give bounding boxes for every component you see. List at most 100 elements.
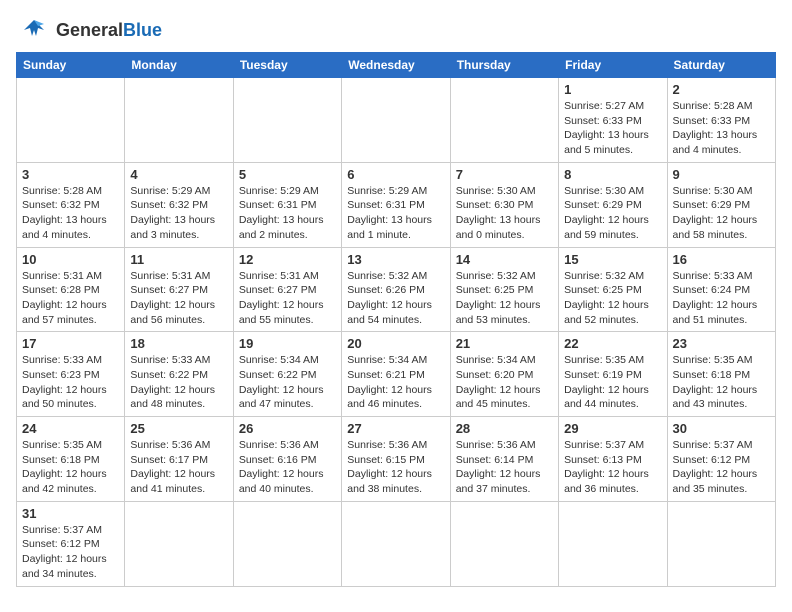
calendar-cell: 31 Sunrise: 5:37 AMSunset: 6:12 PMDayligh…: [17, 501, 125, 586]
calendar-cell: 7 Sunrise: 5:30 AMSunset: 6:30 PMDaylight…: [450, 162, 558, 247]
calendar-cell: 17 Sunrise: 5:33 AMSunset: 6:23 PMDayligh…: [17, 332, 125, 417]
week-row-3: 10Sunrise: 5:31 AMSunset: 6:28 PMDayligh…: [17, 247, 776, 332]
day-number: 30: [673, 421, 770, 436]
day-info: Sunrise: 5:31 AMSunset: 6:27 PMDaylight:…: [239, 269, 336, 328]
day-info: Sunrise: 5:28 AMSunset: 6:32 PMDaylight:…: [22, 184, 119, 243]
day-number: 19: [239, 336, 336, 351]
day-info: Sunrise: 5:31 AMSunset: 6:27 PMDaylight:…: [130, 269, 227, 328]
day-number: 6: [347, 167, 444, 182]
calendar-cell: [125, 78, 233, 163]
day-number: 16: [673, 252, 770, 267]
day-number: 25: [130, 421, 227, 436]
calendar-cell: 12 Sunrise: 5:31 AMSunset: 6:27 PMDayligh…: [233, 247, 341, 332]
day-number: 3: [22, 167, 119, 182]
logo-icon: [16, 16, 52, 44]
calendar-cell: 22 Sunrise: 5:35 AMSunset: 6:19 PMDayligh…: [559, 332, 667, 417]
page-header: GeneralBlue: [16, 16, 776, 44]
day-number: 17: [22, 336, 119, 351]
day-number: 2: [673, 82, 770, 97]
day-number: 18: [130, 336, 227, 351]
calendar-cell: [450, 78, 558, 163]
day-info: Sunrise: 5:35 AMSunset: 6:18 PMDaylight:…: [673, 353, 770, 412]
day-number: 24: [22, 421, 119, 436]
day-info: Sunrise: 5:35 AMSunset: 6:19 PMDaylight:…: [564, 353, 661, 412]
day-info: Sunrise: 5:29 AMSunset: 6:31 PMDaylight:…: [347, 184, 444, 243]
calendar-cell: 25 Sunrise: 5:36 AMSunset: 6:17 PMDayligh…: [125, 417, 233, 502]
day-number: 12: [239, 252, 336, 267]
day-number: 27: [347, 421, 444, 436]
calendar-cell: 23 Sunrise: 5:35 AMSunset: 6:18 PMDayligh…: [667, 332, 775, 417]
day-info: Sunrise: 5:35 AMSunset: 6:18 PMDaylight:…: [22, 438, 119, 497]
day-info: Sunrise: 5:28 AMSunset: 6:33 PMDaylight:…: [673, 99, 770, 158]
calendar-cell: [233, 78, 341, 163]
logo: GeneralBlue: [16, 16, 162, 44]
day-info: Sunrise: 5:37 AMSunset: 6:12 PMDaylight:…: [22, 523, 119, 582]
week-row-1: 1 Sunrise: 5:27 AMSunset: 6:33 PMDaylight…: [17, 78, 776, 163]
calendar-cell: 2 Sunrise: 5:28 AMSunset: 6:33 PMDaylight…: [667, 78, 775, 163]
day-info: Sunrise: 5:33 AMSunset: 6:24 PMDaylight:…: [673, 269, 770, 328]
calendar-table: SundayMondayTuesdayWednesdayThursdayFrid…: [16, 52, 776, 587]
calendar-cell: 27 Sunrise: 5:36 AMSunset: 6:15 PMDayligh…: [342, 417, 450, 502]
week-row-4: 17 Sunrise: 5:33 AMSunset: 6:23 PMDayligh…: [17, 332, 776, 417]
day-number: 22: [564, 336, 661, 351]
calendar-cell: 4 Sunrise: 5:29 AMSunset: 6:32 PMDaylight…: [125, 162, 233, 247]
calendar-cell: [233, 501, 341, 586]
calendar-cell: [667, 501, 775, 586]
calendar-cell: 15 Sunrise: 5:32 AMSunset: 6:25 PMDayligh…: [559, 247, 667, 332]
day-number: 4: [130, 167, 227, 182]
day-info: Sunrise: 5:33 AMSunset: 6:23 PMDaylight:…: [22, 353, 119, 412]
calendar-cell: 9 Sunrise: 5:30 AMSunset: 6:29 PMDaylight…: [667, 162, 775, 247]
day-number: 9: [673, 167, 770, 182]
calendar-cell: 19Sunrise: 5:34 AMSunset: 6:22 PMDayligh…: [233, 332, 341, 417]
calendar-cell: 18 Sunrise: 5:33 AMSunset: 6:22 PMDayligh…: [125, 332, 233, 417]
day-info: Sunrise: 5:32 AMSunset: 6:25 PMDaylight:…: [564, 269, 661, 328]
day-info: Sunrise: 5:27 AMSunset: 6:33 PMDaylight:…: [564, 99, 661, 158]
calendar-cell: 8Sunrise: 5:30 AMSunset: 6:29 PMDaylight…: [559, 162, 667, 247]
calendar-cell: 24 Sunrise: 5:35 AMSunset: 6:18 PMDayligh…: [17, 417, 125, 502]
logo-text: GeneralBlue: [56, 21, 162, 39]
calendar-cell: [125, 501, 233, 586]
day-info: Sunrise: 5:31 AMSunset: 6:28 PMDaylight:…: [22, 269, 119, 328]
calendar-header-row: SundayMondayTuesdayWednesdayThursdayFrid…: [17, 53, 776, 78]
calendar-cell: 16 Sunrise: 5:33 AMSunset: 6:24 PMDayligh…: [667, 247, 775, 332]
calendar-cell: 29Sunrise: 5:37 AMSunset: 6:13 PMDayligh…: [559, 417, 667, 502]
day-number: 1: [564, 82, 661, 97]
day-number: 26: [239, 421, 336, 436]
column-header-saturday: Saturday: [667, 53, 775, 78]
column-header-wednesday: Wednesday: [342, 53, 450, 78]
day-info: Sunrise: 5:29 AMSunset: 6:32 PMDaylight:…: [130, 184, 227, 243]
day-number: 13: [347, 252, 444, 267]
week-row-6: 31 Sunrise: 5:37 AMSunset: 6:12 PMDayligh…: [17, 501, 776, 586]
day-info: Sunrise: 5:36 AMSunset: 6:15 PMDaylight:…: [347, 438, 444, 497]
day-info: Sunrise: 5:36 AMSunset: 6:17 PMDaylight:…: [130, 438, 227, 497]
day-info: Sunrise: 5:36 AMSunset: 6:14 PMDaylight:…: [456, 438, 553, 497]
column-header-sunday: Sunday: [17, 53, 125, 78]
day-info: Sunrise: 5:34 AMSunset: 6:21 PMDaylight:…: [347, 353, 444, 412]
column-header-friday: Friday: [559, 53, 667, 78]
calendar-cell: 1 Sunrise: 5:27 AMSunset: 6:33 PMDaylight…: [559, 78, 667, 163]
day-number: 7: [456, 167, 553, 182]
calendar-cell: 30Sunrise: 5:37 AMSunset: 6:12 PMDayligh…: [667, 417, 775, 502]
day-number: 31: [22, 506, 119, 521]
day-info: Sunrise: 5:33 AMSunset: 6:22 PMDaylight:…: [130, 353, 227, 412]
calendar-cell: 10Sunrise: 5:31 AMSunset: 6:28 PMDayligh…: [17, 247, 125, 332]
week-row-5: 24 Sunrise: 5:35 AMSunset: 6:18 PMDayligh…: [17, 417, 776, 502]
day-number: 21: [456, 336, 553, 351]
column-header-tuesday: Tuesday: [233, 53, 341, 78]
column-header-thursday: Thursday: [450, 53, 558, 78]
day-info: Sunrise: 5:32 AMSunset: 6:25 PMDaylight:…: [456, 269, 553, 328]
calendar-cell: 26Sunrise: 5:36 AMSunset: 6:16 PMDayligh…: [233, 417, 341, 502]
day-number: 14: [456, 252, 553, 267]
day-number: 15: [564, 252, 661, 267]
day-info: Sunrise: 5:30 AMSunset: 6:29 PMDaylight:…: [673, 184, 770, 243]
day-number: 8: [564, 167, 661, 182]
calendar-cell: [342, 501, 450, 586]
calendar-cell: 21Sunrise: 5:34 AMSunset: 6:20 PMDayligh…: [450, 332, 558, 417]
week-row-2: 3 Sunrise: 5:28 AMSunset: 6:32 PMDaylight…: [17, 162, 776, 247]
day-number: 29: [564, 421, 661, 436]
day-number: 5: [239, 167, 336, 182]
day-number: 23: [673, 336, 770, 351]
day-info: Sunrise: 5:30 AMSunset: 6:30 PMDaylight:…: [456, 184, 553, 243]
day-number: 11: [130, 252, 227, 267]
calendar-cell: [17, 78, 125, 163]
